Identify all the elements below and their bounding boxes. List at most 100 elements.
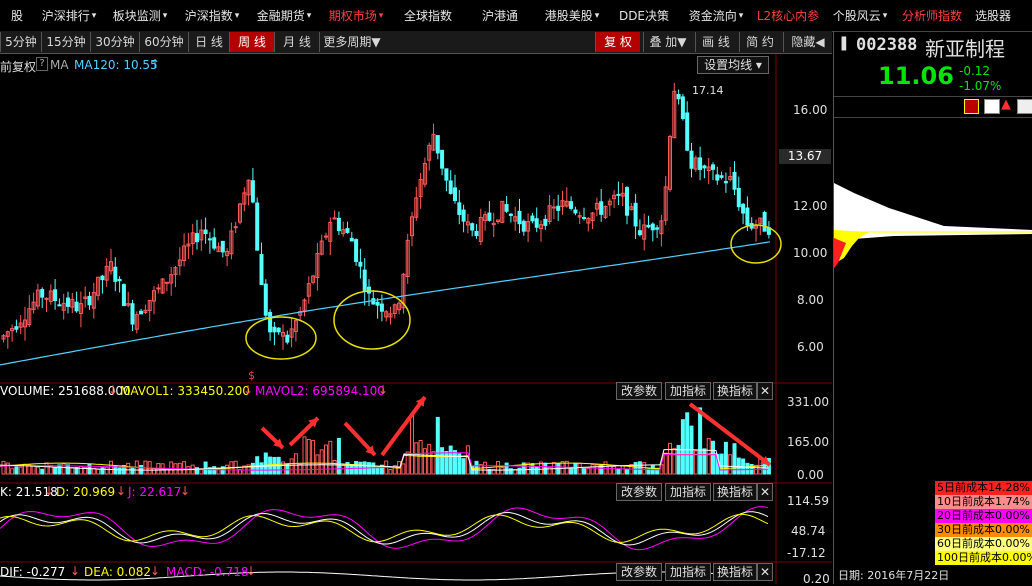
panel-button[interactable]: 加指标 xyxy=(665,382,711,400)
volume-bar xyxy=(70,467,75,475)
panel-button[interactable]: 换指标 xyxy=(713,483,757,501)
close-icon[interactable]: ✕ xyxy=(757,483,773,501)
nav-item-label: 全球指数 xyxy=(403,9,452,23)
nav-item[interactable]: L2核心内参 xyxy=(752,0,824,31)
candle-body xyxy=(354,239,359,262)
panel-button[interactable]: 改参数 xyxy=(616,483,662,501)
period-tab[interactable]: 30分钟 xyxy=(90,32,139,52)
nav-item-label: 资金流向 xyxy=(688,9,737,23)
candle-body xyxy=(345,228,350,233)
volume-bar xyxy=(590,464,595,475)
volume-bar xyxy=(418,439,423,475)
annotation-circle xyxy=(245,316,317,360)
ma-settings-button[interactable]: 设置均线 ▾ xyxy=(697,56,769,74)
kdj-j-value: J: 22.617 xyxy=(128,485,182,499)
volume-bar xyxy=(31,464,36,475)
candle-body xyxy=(582,217,586,220)
period-tab[interactable]: 更多周期▼ xyxy=(319,32,384,52)
nav-item[interactable]: 金融期货 ▾ xyxy=(248,0,320,31)
nav-item-label: 板块监测 xyxy=(112,9,161,23)
volume-bar xyxy=(414,442,419,475)
kdj-tick: 48.74 xyxy=(791,524,826,538)
nav-item[interactable]: 期权市场 ▾ xyxy=(320,0,392,31)
volume-bar xyxy=(758,458,763,475)
low-price-mark: $ xyxy=(248,369,255,382)
volume-bar xyxy=(723,441,728,475)
nav-item[interactable]: 沪深指数 ▾ xyxy=(176,0,248,31)
nav-item[interactable]: 沪深排行 ▾ xyxy=(34,0,104,31)
kdj-k-line xyxy=(0,511,769,546)
period-tab[interactable]: 周 线 xyxy=(229,32,274,52)
nav-item[interactable]: 港股美股 ▾ xyxy=(536,0,608,31)
volume-bar xyxy=(1,460,6,475)
volume-bar xyxy=(453,450,457,475)
up-signal-icon[interactable]: ▲ xyxy=(1001,97,1011,112)
tool-button[interactable]: 隐藏◀ xyxy=(783,32,832,52)
candle-body xyxy=(676,94,681,100)
nav-item[interactable]: 个股风云 ▾ xyxy=(824,0,896,31)
volume-bar xyxy=(203,461,208,475)
tool-button[interactable]: 叠 加▼ xyxy=(643,32,692,52)
nav-item-label: 股 xyxy=(10,9,23,23)
volume-bar xyxy=(354,461,359,475)
close-icon[interactable]: ✕ xyxy=(757,563,773,581)
panel-button[interactable]: 加指标 xyxy=(665,483,711,501)
nav-item[interactable]: 全球指数 xyxy=(392,0,464,31)
tool-button[interactable]: 画 线 xyxy=(695,32,736,52)
volume-bar xyxy=(152,468,156,475)
period-tab[interactable]: 月 线 xyxy=(274,32,319,52)
volume-bar xyxy=(625,469,629,475)
panel-button[interactable]: 换指标 xyxy=(713,563,757,581)
period-tab[interactable]: 5分钟 xyxy=(0,32,41,52)
tool-button[interactable]: 复 权 xyxy=(595,32,640,52)
chevron-down-icon: ▾ xyxy=(234,10,240,21)
candle-body xyxy=(435,135,440,154)
candle-body xyxy=(164,281,169,284)
period-tab[interactable]: 15分钟 xyxy=(41,32,90,52)
period-tab[interactable]: 日 线 xyxy=(188,32,229,52)
volume-bar xyxy=(496,461,500,475)
volume-bar xyxy=(14,466,19,475)
candle-body xyxy=(117,278,122,282)
nav-item[interactable]: 股 xyxy=(0,0,34,31)
stock-price: 11.06 xyxy=(878,62,954,90)
nav-item[interactable]: 沪港通 xyxy=(464,0,536,31)
nav-item[interactable]: 分析师指数 xyxy=(896,0,968,31)
candle-body xyxy=(625,187,629,216)
volume-bar xyxy=(440,447,445,475)
candle-body xyxy=(551,206,556,209)
candle-body xyxy=(263,283,268,316)
candle-body xyxy=(487,212,492,221)
candle-body xyxy=(276,327,281,333)
candle-body xyxy=(453,187,457,202)
close-icon[interactable]: ✕ xyxy=(757,382,773,400)
kline-chart[interactable] xyxy=(0,53,832,584)
panel-button[interactable]: 加指标 xyxy=(665,563,711,581)
panel-button[interactable]: 改参数 xyxy=(616,563,662,581)
mail-icon[interactable] xyxy=(1017,99,1032,114)
candle-body xyxy=(543,218,548,226)
tool-button[interactable]: 简 约 xyxy=(739,32,780,52)
candle-body xyxy=(474,230,479,237)
candle-body xyxy=(285,334,290,343)
nav-item[interactable]: 板块监测 ▾ xyxy=(104,0,176,31)
volume-bar xyxy=(500,467,505,475)
period-tab[interactable]: 60分钟 xyxy=(139,32,188,52)
cost-row: 30日前成本0.00% xyxy=(935,523,1032,537)
chart-type-icon[interactable] xyxy=(964,99,979,114)
pin-icon[interactable]: ❚ xyxy=(838,35,850,51)
candle-body xyxy=(457,202,462,215)
macd-dif-value: DIF: -0.277 xyxy=(0,565,66,579)
volume-bar xyxy=(736,457,741,475)
panel-button[interactable]: 换指标 xyxy=(713,382,757,400)
volume-bar xyxy=(349,464,354,475)
nav-item[interactable]: DDE决策 xyxy=(608,0,680,31)
nav-item[interactable]: 选股器 xyxy=(968,0,1018,31)
panel-button[interactable]: 改参数 xyxy=(616,382,662,400)
flag-icon[interactable] xyxy=(984,99,1000,114)
volume-bar xyxy=(35,466,40,475)
nav-item[interactable]: 资金流向 ▾ xyxy=(680,0,752,31)
candle-body xyxy=(367,286,371,294)
help-icon[interactable]: ? xyxy=(36,57,48,71)
price-tick: 8.00 xyxy=(797,293,824,307)
